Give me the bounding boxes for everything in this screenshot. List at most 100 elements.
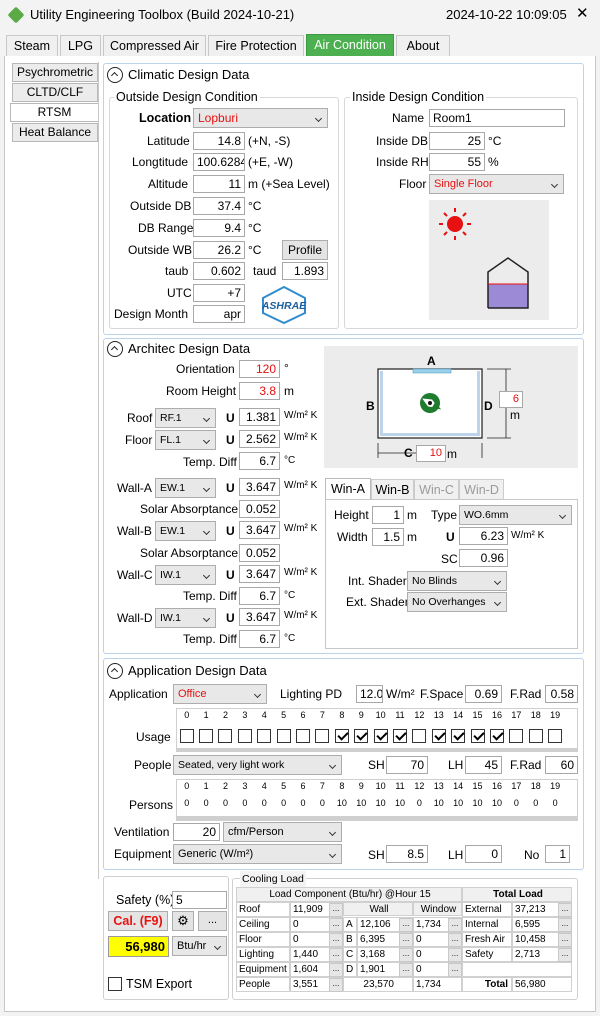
tab-lpg[interactable]: LPG bbox=[60, 35, 101, 57]
total-detail-button[interactable]: ... bbox=[558, 918, 572, 932]
no-input[interactable]: 1 bbox=[545, 845, 570, 863]
roof-u-input[interactable]: 1.381 bbox=[239, 408, 280, 426]
unit-select[interactable]: Btu/hr bbox=[172, 936, 227, 956]
usage-checkbox[interactable] bbox=[548, 729, 563, 743]
win-type-select[interactable]: WO.6mm bbox=[459, 505, 572, 525]
side-tab-heat-balance[interactable]: Heat Balance bbox=[12, 123, 98, 142]
wall-detail-button[interactable]: ... bbox=[399, 963, 413, 977]
wa-select[interactable]: EW.1 bbox=[155, 478, 216, 498]
persons-value[interactable]: 0 bbox=[293, 798, 312, 808]
tab-steam[interactable]: Steam bbox=[6, 35, 58, 57]
usage-checkbox[interactable] bbox=[237, 729, 252, 743]
collapse-architec-icon[interactable] bbox=[107, 341, 123, 357]
dbr-input[interactable]: 9.4 bbox=[193, 219, 245, 237]
app-select[interactable]: Office bbox=[173, 684, 267, 704]
vent-input[interactable]: 20 bbox=[173, 823, 220, 841]
usage-checkbox[interactable] bbox=[451, 729, 466, 743]
profile-button[interactable]: Profile bbox=[282, 240, 328, 260]
persons-value[interactable]: 10 bbox=[429, 798, 448, 808]
wd-u-input[interactable]: 3.647 bbox=[239, 608, 280, 626]
side-tab-psychrometric[interactable]: Psychrometric bbox=[12, 63, 98, 82]
wall-detail-button[interactable]: ... bbox=[399, 918, 413, 932]
calc-button[interactable]: Cal. (F9) bbox=[108, 911, 168, 931]
wc-u-input[interactable]: 3.647 bbox=[239, 565, 280, 583]
persons-value[interactable]: 10 bbox=[332, 798, 351, 808]
win-h-input[interactable]: 1 bbox=[372, 506, 404, 524]
alt-input[interactable]: 11 bbox=[193, 175, 245, 193]
persons-value[interactable]: 10 bbox=[371, 798, 390, 808]
depth-input[interactable]: 6 bbox=[499, 391, 523, 408]
tdiff2-input[interactable]: 6.7 bbox=[239, 587, 280, 605]
usage-checkbox[interactable] bbox=[218, 729, 233, 743]
lat-input[interactable]: 14.8 bbox=[193, 132, 245, 150]
tab-air-condition[interactable]: Air Condition bbox=[306, 34, 394, 57]
usage-checkbox[interactable] bbox=[179, 729, 194, 743]
usage-checkbox[interactable] bbox=[431, 729, 446, 743]
persons-value[interactable]: 0 bbox=[255, 798, 274, 808]
total-detail-button[interactable]: ... bbox=[558, 903, 572, 917]
row-detail-button[interactable]: ... bbox=[329, 978, 343, 992]
more-options-button[interactable]: ... bbox=[198, 911, 227, 931]
row-detail-button[interactable]: ... bbox=[329, 933, 343, 947]
persons-value[interactable]: 10 bbox=[390, 798, 409, 808]
row-detail-button[interactable]: ... bbox=[329, 948, 343, 962]
tsm-export-checkbox[interactable] bbox=[108, 977, 122, 991]
persons-value[interactable]: 0 bbox=[177, 798, 196, 808]
wb-select[interactable]: EW.1 bbox=[155, 521, 216, 541]
persons-value[interactable]: 10 bbox=[448, 798, 467, 808]
tdiff1-input[interactable]: 6.7 bbox=[239, 452, 280, 470]
win-u-input[interactable]: 6.23 bbox=[459, 527, 508, 545]
window-detail-button[interactable]: ... bbox=[448, 948, 462, 962]
sh1-input[interactable]: 70 bbox=[386, 756, 428, 774]
win-tab-a[interactable]: Win-A bbox=[325, 478, 371, 500]
usage-checkbox[interactable] bbox=[412, 729, 427, 743]
irh-input[interactable]: 55 bbox=[429, 153, 485, 171]
safety-input[interactable]: 5 bbox=[172, 891, 227, 909]
tab-compressed-air[interactable]: Compressed Air bbox=[103, 35, 206, 57]
idb-input[interactable]: 25 bbox=[429, 132, 485, 150]
persons-value[interactable]: 0 bbox=[526, 798, 545, 808]
sa1-input[interactable]: 0.052 bbox=[239, 500, 280, 518]
usage-checkbox[interactable] bbox=[257, 729, 272, 743]
row-detail-button[interactable]: ... bbox=[329, 963, 343, 977]
row-detail-button[interactable]: ... bbox=[329, 903, 343, 917]
wd-select[interactable]: IW.1 bbox=[155, 608, 216, 628]
persons-value[interactable]: 0 bbox=[410, 798, 429, 808]
persons-value[interactable]: 0 bbox=[196, 798, 215, 808]
usage-checkbox[interactable] bbox=[354, 729, 369, 743]
window-detail-button[interactable]: ... bbox=[448, 933, 462, 947]
row-detail-button[interactable]: ... bbox=[329, 918, 343, 932]
vent-unit-select[interactable]: cfm/Person bbox=[223, 822, 342, 842]
usage-checkbox[interactable] bbox=[489, 729, 504, 743]
win-sc-input[interactable]: 0.96 bbox=[459, 549, 508, 567]
persons-value[interactable]: 0 bbox=[274, 798, 293, 808]
side-tab-rtsm[interactable]: RTSM bbox=[10, 103, 98, 122]
owb-input[interactable]: 26.2 bbox=[193, 241, 245, 259]
total-detail-button[interactable]: ... bbox=[558, 948, 572, 962]
wall-detail-button[interactable]: ... bbox=[399, 948, 413, 962]
wc-select[interactable]: IW.1 bbox=[155, 565, 216, 585]
win-w-input[interactable]: 1.5 bbox=[372, 528, 404, 546]
close-icon[interactable]: ✕ bbox=[576, 6, 589, 22]
persons-value[interactable]: 10 bbox=[487, 798, 506, 808]
persons-value[interactable]: 0 bbox=[216, 798, 235, 808]
floor-u-input[interactable]: 2.562 bbox=[239, 430, 280, 448]
orient-input[interactable]: 120 bbox=[239, 360, 280, 378]
usage-checkbox[interactable] bbox=[315, 729, 330, 743]
wall-detail-button[interactable]: ... bbox=[399, 933, 413, 947]
month-input[interactable]: apr bbox=[193, 305, 245, 323]
floor-select[interactable]: Single Floor bbox=[429, 174, 564, 194]
persons-value[interactable]: 0 bbox=[545, 798, 564, 808]
win-ins-select[interactable]: No Blinds bbox=[407, 571, 507, 591]
odb-input[interactable]: 37.4 bbox=[193, 197, 245, 215]
fspace-input[interactable]: 0.69 bbox=[465, 685, 502, 703]
win-tab-c[interactable]: Win-C bbox=[414, 479, 459, 500]
lh2-input[interactable]: 0 bbox=[465, 845, 502, 863]
usage-checkbox[interactable] bbox=[199, 729, 214, 743]
name-input[interactable]: Room1 bbox=[429, 109, 565, 127]
usage-scrollbar[interactable] bbox=[177, 748, 577, 751]
usage-checkbox[interactable] bbox=[296, 729, 311, 743]
tab-about[interactable]: About bbox=[396, 35, 450, 57]
persons-value[interactable]: 10 bbox=[468, 798, 487, 808]
sa2-input[interactable]: 0.052 bbox=[239, 544, 280, 562]
